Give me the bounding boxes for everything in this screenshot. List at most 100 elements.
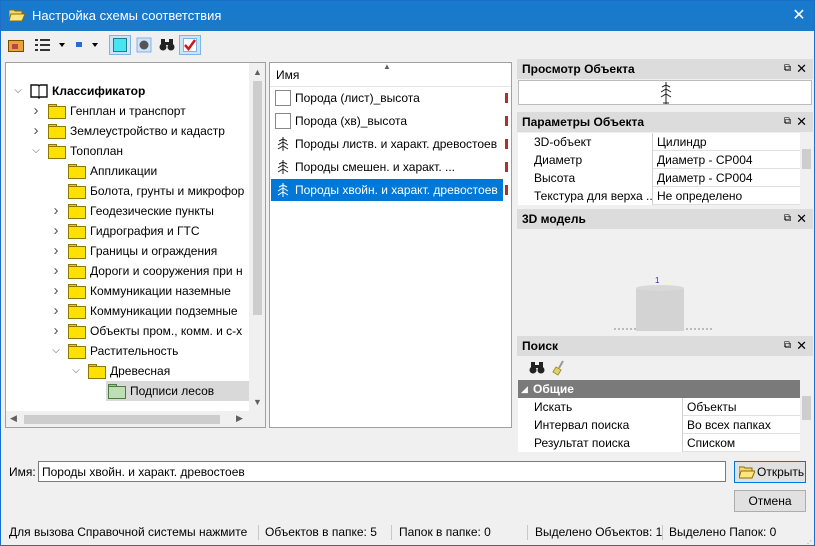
name-input[interactable] xyxy=(38,461,726,482)
dock-icon[interactable]: ⧉ xyxy=(784,112,791,132)
tree-item[interactable]: ⌵ Древесная xyxy=(6,361,249,381)
property-row[interactable]: Высота Диаметр - СР004 xyxy=(518,169,800,187)
collapse-icon[interactable]: ◢ xyxy=(521,380,528,398)
tree-item[interactable]: Аппликации xyxy=(6,161,249,181)
tree-vscroll-thumb[interactable] xyxy=(253,81,262,315)
apply-check-button[interactable] xyxy=(179,35,201,55)
chevron-right-icon[interactable]: › xyxy=(50,301,62,321)
clear-search-button[interactable] xyxy=(551,360,567,376)
chevron-down-icon[interactable]: ⌵ xyxy=(70,361,82,381)
chevron-right-icon[interactable]: › xyxy=(50,241,62,261)
params-close-icon[interactable]: ✕ xyxy=(796,112,807,132)
tree-item[interactable]: › Коммуникации наземные xyxy=(6,281,249,301)
dock-icon[interactable]: ⧉ xyxy=(784,59,791,79)
tree-item[interactable]: › Землеустройство и кадастр xyxy=(6,121,249,141)
cancel-button[interactable]: Отмена xyxy=(734,490,806,512)
list-item[interactable]: Породы смешен. и характ. ... xyxy=(271,156,503,178)
tree-item[interactable]: ⌵ Растительность xyxy=(6,341,249,361)
view-mode-button[interactable] xyxy=(32,35,54,55)
tree-item[interactable]: › Объекты пром., комм. и с-х xyxy=(6,321,249,341)
chevron-down-icon[interactable]: ⌵ xyxy=(12,81,24,101)
property-value[interactable]: Цилиндр xyxy=(653,133,800,151)
list-header[interactable]: Имя ▲ xyxy=(270,63,511,87)
dock-icon[interactable]: ⧉ xyxy=(784,209,791,229)
icon-size-button[interactable] xyxy=(68,35,90,55)
property-value[interactable]: Диаметр - СР004 xyxy=(653,151,800,169)
icon-size-dropdown-arrow[interactable] xyxy=(92,43,98,47)
classifier-tree-panel[interactable]: ⌵ Классификатор › Генплан и транспорт › Земле… xyxy=(5,62,266,428)
tree-vertical-scrollbar[interactable]: ▲ ▼ xyxy=(249,63,265,411)
tree-item[interactable]: › Границы и ограждения xyxy=(6,241,249,261)
scroll-corner xyxy=(249,411,265,427)
property-row[interactable]: 3D-объект Цилиндр xyxy=(518,133,800,151)
tree-item[interactable]: ⌵ Топоплан xyxy=(6,141,249,161)
params-scrollbar[interactable] xyxy=(800,133,813,205)
small-icons-icon xyxy=(76,42,82,47)
folder-icon xyxy=(68,304,86,319)
tree-item[interactable]: › Дороги и сооружения при н xyxy=(6,261,249,281)
model3d-viewport[interactable]: 1 xyxy=(518,230,812,333)
property-value[interactable]: Списком xyxy=(683,434,800,452)
property-value[interactable]: Во всех папках xyxy=(683,416,800,434)
model3d-close-icon[interactable]: ✕ xyxy=(796,209,807,229)
tree-item[interactable]: Болота, грунты и микрофор xyxy=(6,181,249,201)
status-bar: Для вызова Справочной системы нажмите Об… xyxy=(1,520,814,545)
property-value[interactable]: Не определено xyxy=(653,187,800,205)
list-item[interactable]: Породы листв. и характ. древостоев xyxy=(271,133,503,155)
property-row[interactable]: Текстура для верха ... Не определено xyxy=(518,187,800,205)
folder-icon xyxy=(68,344,86,359)
scroll-down-icon[interactable]: ▼ xyxy=(253,397,262,407)
tree-item[interactable]: Подписи лесов xyxy=(6,381,249,401)
tree-item[interactable]: ⌵ Классификатор xyxy=(6,81,249,101)
view-mode-dropdown-arrow[interactable] xyxy=(59,43,65,47)
tree-hscroll-thumb[interactable] xyxy=(24,415,220,424)
list-item[interactable]: Порода (лист)_высота xyxy=(271,87,503,109)
property-row[interactable]: Результат поиска Списком xyxy=(518,434,800,452)
chevron-right-icon[interactable]: › xyxy=(50,261,62,281)
search-scroll-thumb[interactable] xyxy=(802,396,811,420)
scroll-up-icon[interactable]: ▲ xyxy=(253,67,262,77)
search-close-icon[interactable]: ✕ xyxy=(796,336,807,356)
folder-icon xyxy=(68,164,86,179)
close-button[interactable]: ✕ xyxy=(784,1,814,31)
tree-item[interactable]: › Гидрография и ГТС xyxy=(6,221,249,241)
sphere-view-button[interactable] xyxy=(133,35,155,55)
column-header-name[interactable]: Имя xyxy=(276,68,299,82)
chevron-right-icon[interactable]: › xyxy=(30,121,42,141)
params-title-text: Параметры Объекта xyxy=(522,115,645,129)
chevron-right-icon[interactable]: › xyxy=(50,201,62,221)
list-item[interactable]: Порода (хв)_высота xyxy=(271,110,503,132)
folder-icon xyxy=(68,204,86,219)
property-row[interactable]: Диаметр Диаметр - СР004 xyxy=(518,151,800,169)
scroll-left-icon[interactable]: ◀ xyxy=(10,413,17,424)
preview-close-icon[interactable]: ✕ xyxy=(796,59,807,79)
property-value[interactable]: Объекты xyxy=(683,398,800,416)
tree-item[interactable]: › Генплан и транспорт xyxy=(6,101,249,121)
search-start-button[interactable] xyxy=(529,361,545,375)
search-panel: Поиск ⧉ ✕ ◢ Общие Искать Объекты Интервал … xyxy=(517,336,813,453)
folder-up-button[interactable] xyxy=(5,35,27,55)
list-item[interactable]: Породы хвойн. и характ. древостоев xyxy=(271,179,503,201)
tree-horizontal-scrollbar[interactable]: ◀ ▶ xyxy=(6,411,249,427)
chevron-right-icon[interactable]: › xyxy=(50,221,62,241)
chevron-down-icon[interactable]: ⌵ xyxy=(30,141,42,161)
search-group-header[interactable]: ◢ Общие xyxy=(518,380,800,398)
tree-item[interactable]: › Коммуникации подземные xyxy=(6,301,249,321)
property-value[interactable]: Диаметр - СР004 xyxy=(653,169,800,187)
search-objects-button[interactable] xyxy=(156,35,178,55)
scroll-right-icon[interactable]: ▶ xyxy=(236,413,243,424)
property-row[interactable]: Искать Объекты xyxy=(518,398,800,416)
resize-grip-icon[interactable]: ⋰ xyxy=(804,531,812,545)
chevron-right-icon[interactable]: › xyxy=(30,101,42,121)
chevron-down-icon[interactable]: ⌵ xyxy=(50,341,62,361)
open-button[interactable]: Открыть xyxy=(734,461,806,483)
dock-icon[interactable]: ⧉ xyxy=(784,336,791,356)
objects-list-panel[interactable]: Имя ▲ Порода (лист)_высота Порода (хв)_вы… xyxy=(269,62,512,428)
params-scroll-thumb[interactable] xyxy=(802,149,811,169)
search-scrollbar[interactable] xyxy=(800,380,813,452)
property-row[interactable]: Интервал поиска Во всех папках xyxy=(518,416,800,434)
cyan-view-button[interactable] xyxy=(109,35,131,55)
tree-item[interactable]: › Геодезические пункты xyxy=(6,201,249,221)
chevron-right-icon[interactable]: › xyxy=(50,321,62,341)
chevron-right-icon[interactable]: › xyxy=(50,281,62,301)
